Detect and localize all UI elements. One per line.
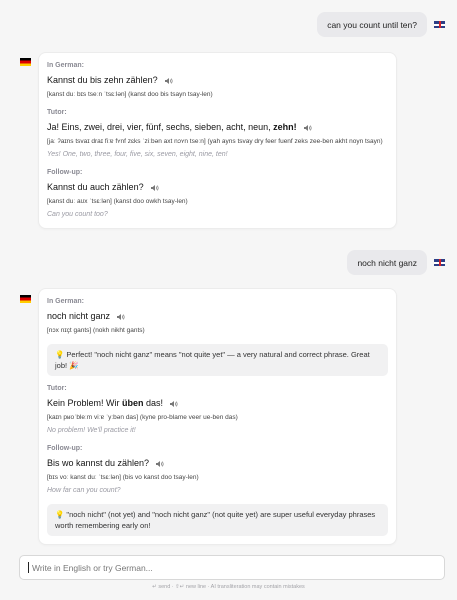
feedback-note: 💡 Perfect! "noch nicht ganz" means "not … bbox=[47, 344, 388, 376]
followup-phrase-text: Bis wo kannst du zählen? bbox=[47, 458, 150, 468]
composer-footer-hint: ↵ send · ⇧↵ new line · AI transliteratio… bbox=[152, 584, 305, 590]
followup-phrase: Bis wo kannst du zählen? bbox=[47, 457, 388, 470]
uk-flag-icon bbox=[434, 259, 445, 266]
german-phrase-text: noch nicht ganz bbox=[47, 311, 111, 321]
german-phrase: Kannst du bis zehn zählen? bbox=[47, 74, 388, 87]
tutor-phrase: Ja! Eins, zwei, drei, vier, fünf, sechs,… bbox=[47, 121, 388, 134]
speaker-icon[interactable] bbox=[150, 184, 159, 192]
german-phrase: noch nicht ganz bbox=[47, 310, 388, 323]
tutor-phrase: Kein Problem! Wir üben das! bbox=[47, 397, 388, 410]
followup-translation: Can you count too? bbox=[47, 211, 108, 218]
message-input[interactable] bbox=[29, 561, 444, 574]
tutor-label: Tutor: bbox=[47, 109, 67, 116]
followup-label: Follow-up: bbox=[47, 169, 83, 176]
speaker-icon[interactable] bbox=[169, 400, 178, 408]
user-message-bubble: noch nicht ganz bbox=[347, 250, 427, 275]
germany-flag-icon bbox=[20, 58, 31, 66]
user-message-bubble: can you count until ten? bbox=[317, 12, 427, 37]
tutor-phrase-text: Kein Problem! Wir üben das! bbox=[47, 398, 164, 408]
tutor-response-card: In German: noch nicht ganz [nɔx nɪçt gan… bbox=[39, 289, 396, 544]
user-message-text: noch nicht ganz bbox=[357, 257, 417, 268]
user-message-row: noch nicht ganz bbox=[347, 250, 445, 275]
followup-phrase-text: Kannst du auch zählen? bbox=[47, 182, 144, 192]
germany-flag-icon bbox=[20, 295, 31, 303]
text-caret bbox=[28, 562, 29, 573]
tutor-translation: No problem! We'll practice it! bbox=[47, 427, 136, 434]
tutor-transliteration: [jaː ʔaɪns tsvaɪ draɪ fiːɐ fʏnf zɛks ˈzi… bbox=[47, 138, 383, 145]
user-message-text: can you count until ten? bbox=[327, 19, 417, 30]
uk-flag-icon bbox=[434, 21, 445, 28]
transliteration: [kanst duː bɪs tseːn ˈtsɛːlən] (kanst do… bbox=[47, 91, 213, 98]
tutor-translation: Yes! One, two, three, four, five, six, s… bbox=[47, 151, 228, 158]
followup-phrase: Kannst du auch zählen? bbox=[47, 181, 388, 194]
in-german-label: In German: bbox=[47, 298, 84, 305]
speaker-icon[interactable] bbox=[155, 460, 164, 468]
tutor-phrase-text: Ja! Eins, zwei, drei, vier, fünf, sechs,… bbox=[47, 122, 297, 132]
followup-transliteration: [bɪs voː kanst duː ˈtsɛːlən] (bis vo kan… bbox=[47, 474, 199, 481]
tip-note: 💡 "noch nicht" (not yet) and "noch nicht… bbox=[47, 504, 388, 536]
user-message-row: can you count until ten? bbox=[317, 12, 445, 37]
tutor-label: Tutor: bbox=[47, 385, 67, 392]
speaker-icon[interactable] bbox=[164, 77, 173, 85]
in-german-label: In German: bbox=[47, 62, 84, 69]
followup-translation: How far can you count? bbox=[47, 487, 121, 494]
message-composer[interactable] bbox=[19, 555, 445, 580]
followup-transliteration: [kanst duː aʊx ˈtsɛːlən] (kanst doo owkh… bbox=[47, 198, 188, 205]
german-phrase-text: Kannst du bis zehn zählen? bbox=[47, 75, 158, 85]
tutor-transliteration: [kaɪn pʁoˈbleːm viːɐ ˈyːbən das] (kyne p… bbox=[47, 414, 238, 421]
tutor-response-card: In German: Kannst du bis zehn zählen? [k… bbox=[39, 53, 396, 228]
speaker-icon[interactable] bbox=[116, 313, 125, 321]
followup-label: Follow-up: bbox=[47, 445, 83, 452]
speaker-icon[interactable] bbox=[303, 124, 312, 132]
transliteration: [nɔx nɪçt gants] (nokh nikht gants) bbox=[47, 327, 145, 334]
